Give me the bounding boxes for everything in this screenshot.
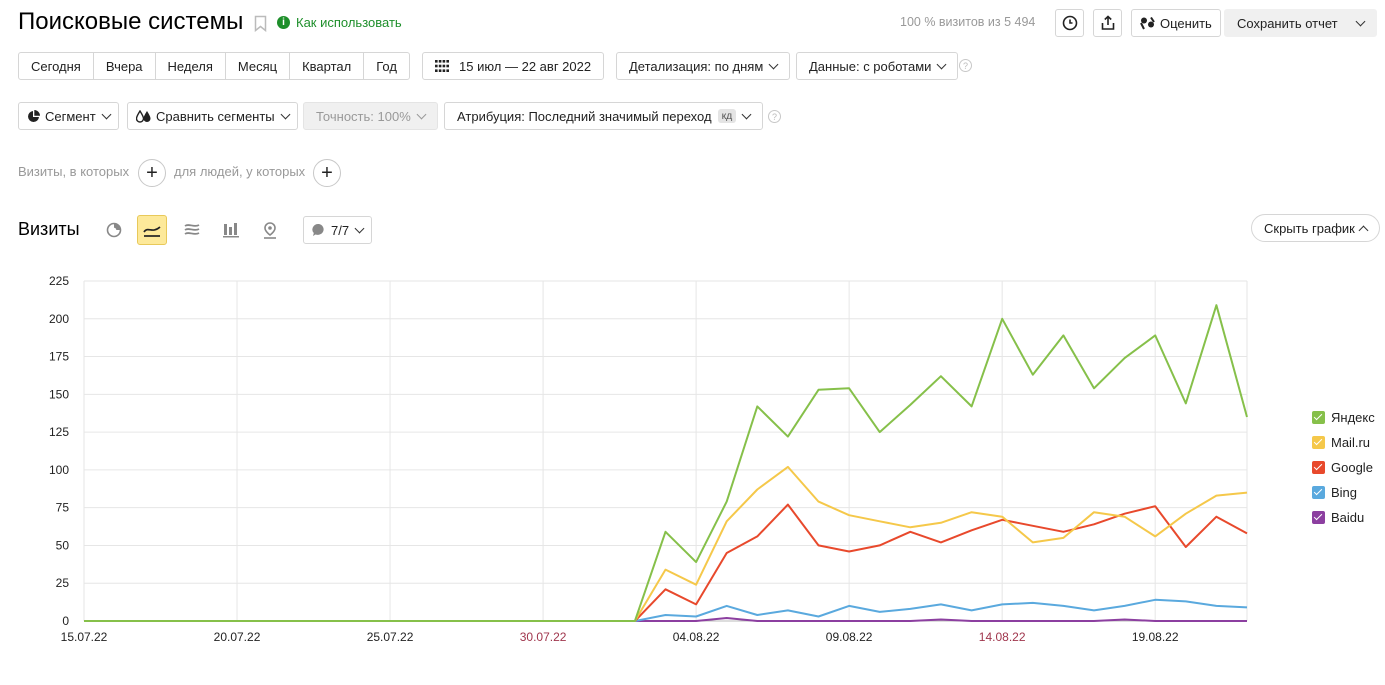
x-tick-label: 20.07.22 (214, 630, 261, 644)
legend-item-google[interactable]: Google (1312, 455, 1375, 480)
y-tick-label: 0 (62, 614, 69, 628)
y-tick-label: 225 (49, 274, 69, 288)
series-line-google (84, 503, 1248, 622)
y-tick-label: 75 (56, 501, 70, 515)
x-tick-label: 30.07.22 (520, 630, 567, 644)
x-axis: 15.07.22 20.07.22 25.07.22 30.07.22 04.08.22… (61, 630, 1179, 644)
y-tick-label: 150 (49, 387, 69, 401)
checkbox-checked-icon (1312, 511, 1325, 524)
series-line-bing (84, 598, 1248, 622)
checkbox-checked-icon (1312, 486, 1325, 499)
x-tick-label: 09.08.22 (826, 630, 873, 644)
legend-item-yandex[interactable]: Яндекс (1312, 405, 1375, 430)
visits-line-chart: 0 25 50 75 100 125 150 175 200 225 15.07.22 20.07.… (49, 274, 1248, 644)
y-tick-label: 200 (49, 312, 69, 326)
x-tick-label: 19.08.22 (1132, 630, 1179, 644)
y-tick-label: 125 (49, 425, 69, 439)
checkbox-checked-icon (1312, 461, 1325, 474)
x-tick-label: 15.07.22 (61, 630, 108, 644)
checkbox-checked-icon (1312, 411, 1325, 424)
y-tick-label: 100 (49, 463, 69, 477)
chart-legend: Яндекс Mail.ru Google Bing Baidu (1312, 405, 1375, 530)
checkbox-checked-icon (1312, 436, 1325, 449)
chart-series (84, 304, 1248, 622)
legend-item-bing[interactable]: Bing (1312, 480, 1375, 505)
series-line-mail-ru (84, 465, 1248, 622)
legend-item-baidu[interactable]: Baidu (1312, 505, 1375, 530)
x-tick-label: 14.08.22 (979, 630, 1026, 644)
y-tick-label: 175 (49, 350, 69, 364)
y-axis: 0 25 50 75 100 125 150 175 200 225 (49, 274, 69, 628)
y-tick-label: 50 (56, 538, 70, 552)
x-tick-label: 04.08.22 (673, 630, 720, 644)
series-line-яндекс (84, 304, 1248, 622)
legend-item-mailru[interactable]: Mail.ru (1312, 430, 1375, 455)
y-tick-label: 25 (56, 576, 70, 590)
x-tick-label: 25.07.22 (367, 630, 414, 644)
